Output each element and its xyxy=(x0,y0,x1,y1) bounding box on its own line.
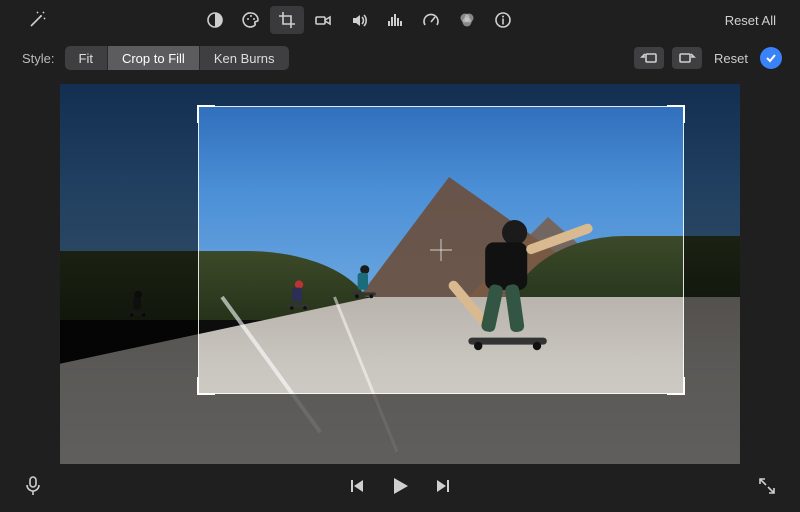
crop-mask xyxy=(60,84,740,106)
crop-handle-br[interactable] xyxy=(667,377,685,395)
adjustments-toolbar: Reset All xyxy=(0,0,800,40)
contrast-icon[interactable] xyxy=(198,6,232,34)
next-frame-button[interactable] xyxy=(435,478,451,494)
crop-style-bar: Style: Fit Crop to Fill Ken Burns Reset xyxy=(0,40,800,76)
speed-gauge-icon[interactable] xyxy=(414,6,448,34)
equalizer-icon[interactable] xyxy=(378,6,412,34)
playback-controls xyxy=(349,475,451,497)
style-segmented-control: Fit Crop to Fill Ken Burns xyxy=(65,46,289,70)
color-palette-icon[interactable] xyxy=(234,6,268,34)
style-label: Style: xyxy=(22,51,55,66)
transport-bar xyxy=(0,464,800,508)
color-balance-icon[interactable] xyxy=(450,6,484,34)
play-button[interactable] xyxy=(389,475,411,497)
video-preview[interactable] xyxy=(60,84,740,464)
crop-actions: Reset xyxy=(634,47,782,69)
crop-mask xyxy=(60,394,740,464)
crop-mask xyxy=(684,106,740,394)
reset-all-button[interactable]: Reset All xyxy=(719,9,782,32)
microphone-icon[interactable] xyxy=(24,475,42,497)
style-fit[interactable]: Fit xyxy=(65,46,108,70)
style-ken-burns[interactable]: Ken Burns xyxy=(200,46,289,70)
rotate-cw-button[interactable] xyxy=(672,47,702,69)
crop-handle-tl[interactable] xyxy=(197,105,215,123)
fullscreen-icon[interactable] xyxy=(758,477,776,495)
rotate-ccw-button[interactable] xyxy=(634,47,664,69)
video-camera-icon[interactable] xyxy=(306,6,340,34)
prev-frame-button[interactable] xyxy=(349,478,365,494)
adjust-tools xyxy=(198,6,520,34)
magic-wand-icon[interactable] xyxy=(20,6,54,34)
apply-button[interactable] xyxy=(760,47,782,69)
crop-rectangle[interactable] xyxy=(198,106,684,394)
crop-mask xyxy=(60,106,198,394)
info-icon[interactable] xyxy=(486,6,520,34)
crop-icon[interactable] xyxy=(270,6,304,34)
style-crop-to-fill[interactable]: Crop to Fill xyxy=(108,46,200,70)
crop-handle-tr[interactable] xyxy=(667,105,685,123)
reset-crop-button[interactable]: Reset xyxy=(710,51,752,66)
crop-handle-bl[interactable] xyxy=(197,377,215,395)
volume-icon[interactable] xyxy=(342,6,376,34)
